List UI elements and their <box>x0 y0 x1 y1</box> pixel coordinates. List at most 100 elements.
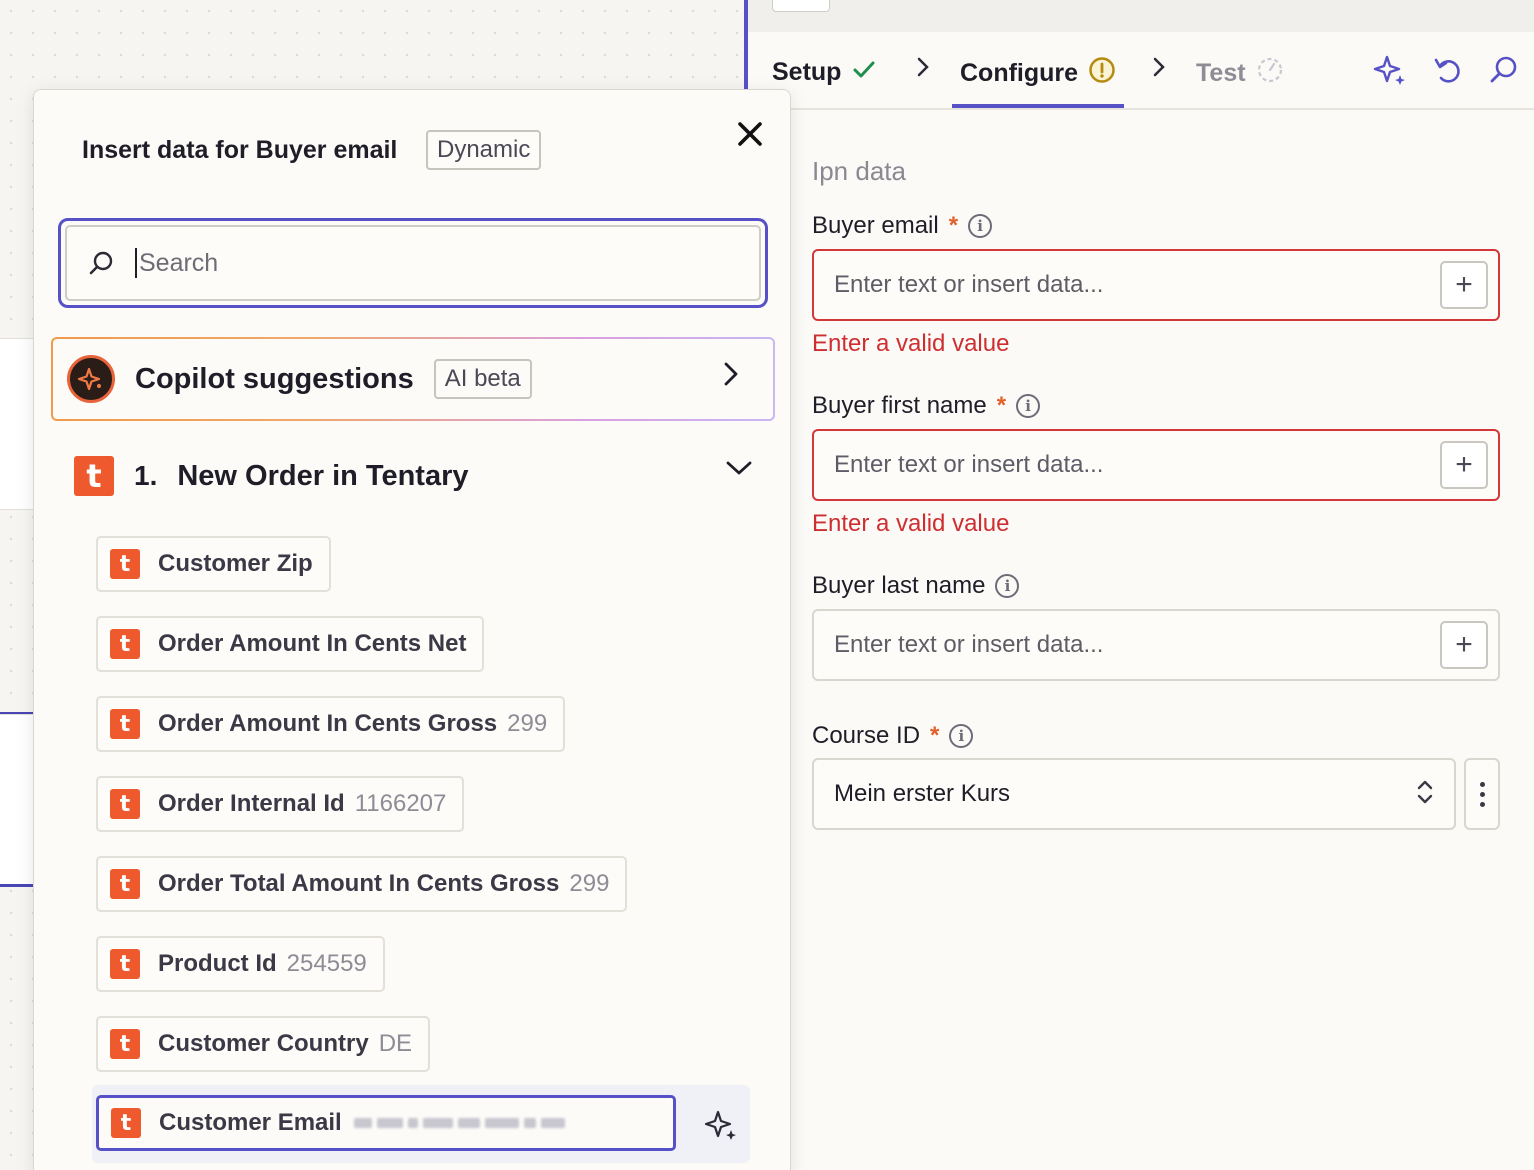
data-pill-customer-zip[interactable]: t Customer Zip <box>96 536 331 592</box>
ai-beta-badge: AI beta <box>433 359 532 399</box>
dot <box>1479 791 1485 797</box>
insert-data-button[interactable]: + <box>1440 261 1488 309</box>
field-placeholder[interactable]: Enter text or insert data... <box>814 451 1440 479</box>
copilot-suggestions-row[interactable]: Copilot suggestions AI beta <box>51 337 775 421</box>
dynamic-badge: Dynamic <box>426 130 542 170</box>
pill-value: 254559 <box>286 950 367 977</box>
search-icon[interactable] <box>1486 52 1522 88</box>
info-icon[interactable]: i <box>995 574 1020 598</box>
tab-configure-label: Configure <box>960 59 1079 87</box>
dot <box>1479 781 1485 787</box>
buyer-first-name-label: Buyer first name * i <box>812 392 1041 420</box>
redacted-email-value <box>353 1118 565 1128</box>
canvas-connector <box>0 884 36 887</box>
dot <box>1479 801 1485 807</box>
tentary-logo-icon: t <box>110 549 140 579</box>
field-error: Enter a valid value <box>812 330 1010 357</box>
trigger-step-header[interactable]: t 1. New Order in Tentary <box>74 454 754 498</box>
data-pill-product-id[interactable]: t Product Id 254559 <box>96 936 385 992</box>
popover-title: Insert data for Buyer email <box>82 136 398 164</box>
timer-icon <box>1256 56 1284 91</box>
info-icon[interactable]: i <box>968 214 993 238</box>
pill-value: 299 <box>569 870 610 897</box>
pill-value: 1166207 <box>354 790 447 817</box>
pill-label: Customer Email <box>159 1109 342 1136</box>
required-marker: * <box>996 392 1007 419</box>
buyer-first-name-field[interactable]: Enter text or insert data... + <box>812 429 1500 501</box>
tentary-logo-icon: t <box>110 709 140 739</box>
tentary-logo-icon: t <box>110 789 140 819</box>
buyer-email-field[interactable]: Enter text or insert data... + <box>812 249 1500 321</box>
field-error: Enter a valid value <box>812 510 1010 537</box>
data-pill-customer-country[interactable]: t Customer Country DE <box>96 1016 431 1072</box>
tab-setup[interactable]: Setup <box>772 56 877 89</box>
panel-top-strip <box>748 0 1534 32</box>
course-id-value: Mein erster Kurs <box>834 780 1011 807</box>
buyer-email-label: Buyer email * i <box>812 212 993 240</box>
data-pill-order-total-gross[interactable]: t Order Total Amount In Cents Gross 299 <box>96 856 628 912</box>
copilot-logo-icon <box>67 355 115 403</box>
chevron-down-icon[interactable] <box>724 458 754 483</box>
data-pill-customer-email[interactable]: t Customer Email <box>96 1095 676 1151</box>
pill-value: 299 <box>507 710 548 737</box>
chevron-right-icon <box>1150 54 1168 87</box>
field-label-text: Course ID <box>812 722 921 749</box>
more-options-button[interactable] <box>1464 758 1500 830</box>
field-label-text: Buyer email <box>812 212 939 239</box>
tentary-logo-icon: t <box>110 629 140 659</box>
sparkle-icon[interactable] <box>704 1108 740 1144</box>
pill-label: Order Internal Id <box>158 790 345 817</box>
step-title: New Order in Tentary <box>177 459 469 492</box>
tab-configure[interactable]: Configure <box>960 56 1116 91</box>
warning-circle-icon <box>1088 56 1116 91</box>
close-icon[interactable] <box>732 116 768 152</box>
data-pill-order-amount-net[interactable]: t Order Amount In Cents Net <box>96 616 485 672</box>
tentary-logo-icon: t <box>111 1108 141 1138</box>
search-focus-ring <box>58 218 768 308</box>
step-tabs: Setup Configure Test <box>748 32 1534 110</box>
tentary-logo-icon: t <box>74 456 114 496</box>
undo-icon[interactable] <box>1430 52 1466 88</box>
copilot-suggestions-inner: Copilot suggestions AI beta <box>53 339 773 419</box>
required-marker: * <box>930 722 940 749</box>
tab-test[interactable]: Test <box>1196 56 1284 91</box>
chevron-updown-icon <box>1416 778 1434 811</box>
app-chip[interactable] <box>772 0 830 12</box>
insert-data-button[interactable]: + <box>1440 621 1488 669</box>
tab-test-label: Test <box>1196 59 1246 87</box>
tentary-logo-icon: t <box>110 869 140 899</box>
field-placeholder[interactable]: Enter text or insert data... <box>814 271 1440 299</box>
chevron-right-icon <box>721 359 741 397</box>
search-box[interactable] <box>65 225 761 301</box>
course-id-select[interactable]: Mein erster Kurs <box>812 758 1456 830</box>
sparkle-icon[interactable] <box>1372 52 1408 88</box>
pill-value: DE <box>378 1030 413 1057</box>
insert-data-button[interactable]: + <box>1440 441 1488 489</box>
insert-data-popover: Insert data for Buyer email Dynamic Copi… <box>33 89 791 1170</box>
section-title: Ipn data <box>812 156 906 186</box>
field-label-text: Buyer first name <box>812 392 987 419</box>
tentary-logo-icon: t <box>110 949 140 979</box>
tab-setup-label: Setup <box>772 58 842 86</box>
buyer-last-name-label: Buyer last name i <box>812 572 1020 600</box>
pill-label: Customer Country <box>158 1030 369 1057</box>
active-tab-indicator <box>952 104 1124 108</box>
data-pill-order-internal-id[interactable]: t Order Internal Id 1166207 <box>96 776 465 832</box>
info-icon[interactable]: i <box>1016 394 1041 418</box>
field-label-text: Buyer last name <box>812 572 986 599</box>
step-config-panel: Setup Configure Test Ipn data Buyer emai… <box>744 0 1534 1170</box>
field-placeholder[interactable]: Enter text or insert data... <box>814 631 1440 659</box>
check-icon <box>851 56 877 89</box>
info-icon[interactable]: i <box>949 724 974 748</box>
buyer-last-name-field[interactable]: Enter text or insert data... + <box>812 609 1500 681</box>
tentary-logo-icon: t <box>110 1029 140 1059</box>
pill-label: Customer Zip <box>158 550 313 577</box>
pill-label: Order Total Amount In Cents Gross <box>158 870 560 897</box>
pill-label: Product Id <box>158 950 277 977</box>
search-input[interactable] <box>135 248 759 278</box>
data-pill-order-amount-gross[interactable]: t Order Amount In Cents Gross 299 <box>96 696 566 752</box>
pill-label: Order Amount In Cents Net <box>158 630 467 657</box>
search-icon <box>67 249 135 277</box>
required-marker: * <box>948 212 959 239</box>
course-id-label: Course ID * i <box>812 722 974 750</box>
